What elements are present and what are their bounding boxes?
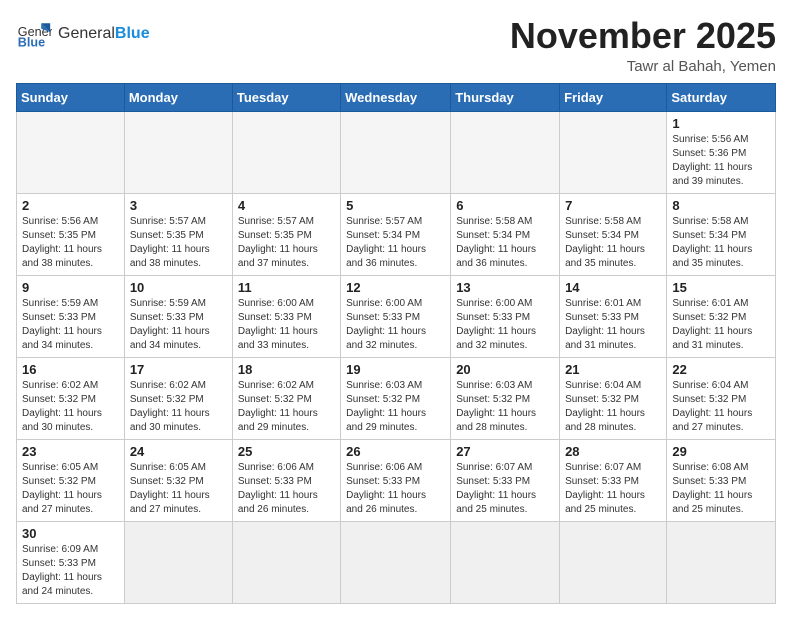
day-27: 27 Sunrise: 6:07 AMSunset: 5:33 PMDaylig…: [451, 439, 560, 521]
page-header: General Blue GeneralBlue November 2025 T…: [16, 16, 776, 75]
day-18: 18 Sunrise: 6:02 AMSunset: 5:32 PMDaylig…: [232, 357, 340, 439]
day-6: 6 Sunrise: 5:58 AMSunset: 5:34 PMDayligh…: [451, 193, 560, 275]
empty-cell: [17, 111, 125, 193]
header-friday: Friday: [560, 83, 667, 111]
header-sunday: Sunday: [17, 83, 125, 111]
empty-cell: [560, 521, 667, 603]
day-23: 23 Sunrise: 6:05 AMSunset: 5:32 PMDaylig…: [17, 439, 125, 521]
empty-cell: [451, 521, 560, 603]
empty-cell: [341, 521, 451, 603]
day-10: 10 Sunrise: 5:59 AMSunset: 5:33 PMDaylig…: [124, 275, 232, 357]
header-monday: Monday: [124, 83, 232, 111]
day-16: 16 Sunrise: 6:02 AMSunset: 5:32 PMDaylig…: [17, 357, 125, 439]
day-24: 24 Sunrise: 6:05 AMSunset: 5:32 PMDaylig…: [124, 439, 232, 521]
week-row-6: 30 Sunrise: 6:09 AMSunset: 5:33 PMDaylig…: [17, 521, 776, 603]
header-tuesday: Tuesday: [232, 83, 340, 111]
day-30: 30 Sunrise: 6:09 AMSunset: 5:33 PMDaylig…: [17, 521, 125, 603]
day-12: 12 Sunrise: 6:00 AMSunset: 5:33 PMDaylig…: [341, 275, 451, 357]
location: Tawr al Bahah, Yemen: [510, 58, 776, 75]
header-thursday: Thursday: [451, 83, 560, 111]
day-8: 8 Sunrise: 5:58 AMSunset: 5:34 PMDayligh…: [667, 193, 776, 275]
day-13: 13 Sunrise: 6:00 AMSunset: 5:33 PMDaylig…: [451, 275, 560, 357]
empty-cell: [560, 111, 667, 193]
week-row-4: 16 Sunrise: 6:02 AMSunset: 5:32 PMDaylig…: [17, 357, 776, 439]
day-11: 11 Sunrise: 6:00 AMSunset: 5:33 PMDaylig…: [232, 275, 340, 357]
day-26: 26 Sunrise: 6:06 AMSunset: 5:33 PMDaylig…: [341, 439, 451, 521]
empty-cell: [667, 521, 776, 603]
day-9: 9 Sunrise: 5:59 AMSunset: 5:33 PMDayligh…: [17, 275, 125, 357]
empty-cell: [232, 521, 340, 603]
empty-cell: [451, 111, 560, 193]
title-area: November 2025 Tawr al Bahah, Yemen: [510, 16, 776, 75]
logo: General Blue GeneralBlue: [16, 16, 150, 52]
day-17: 17 Sunrise: 6:02 AMSunset: 5:32 PMDaylig…: [124, 357, 232, 439]
week-row-3: 9 Sunrise: 5:59 AMSunset: 5:33 PMDayligh…: [17, 275, 776, 357]
logo-icon: General Blue: [16, 16, 52, 52]
empty-cell: [341, 111, 451, 193]
calendar-table: Sunday Monday Tuesday Wednesday Thursday…: [16, 83, 776, 604]
month-title: November 2025: [510, 16, 776, 56]
day-15: 15 Sunrise: 6:01 AMSunset: 5:32 PMDaylig…: [667, 275, 776, 357]
empty-cell: [232, 111, 340, 193]
day-22: 22 Sunrise: 6:04 AMSunset: 5:32 PMDaylig…: [667, 357, 776, 439]
header-wednesday: Wednesday: [341, 83, 451, 111]
day-25: 25 Sunrise: 6:06 AMSunset: 5:33 PMDaylig…: [232, 439, 340, 521]
empty-cell: [124, 521, 232, 603]
week-row-5: 23 Sunrise: 6:05 AMSunset: 5:32 PMDaylig…: [17, 439, 776, 521]
week-row-2: 2 Sunrise: 5:56 AMSunset: 5:35 PMDayligh…: [17, 193, 776, 275]
day-29: 29 Sunrise: 6:08 AMSunset: 5:33 PMDaylig…: [667, 439, 776, 521]
logo-text: GeneralBlue: [58, 25, 150, 43]
day-1: 1 Sunrise: 5:56 AMSunset: 5:36 PMDayligh…: [667, 111, 776, 193]
day-14: 14 Sunrise: 6:01 AMSunset: 5:33 PMDaylig…: [560, 275, 667, 357]
day-5: 5 Sunrise: 5:57 AMSunset: 5:34 PMDayligh…: [341, 193, 451, 275]
weekday-header-row: Sunday Monday Tuesday Wednesday Thursday…: [17, 83, 776, 111]
day-19: 19 Sunrise: 6:03 AMSunset: 5:32 PMDaylig…: [341, 357, 451, 439]
day-28: 28 Sunrise: 6:07 AMSunset: 5:33 PMDaylig…: [560, 439, 667, 521]
header-saturday: Saturday: [667, 83, 776, 111]
day-20: 20 Sunrise: 6:03 AMSunset: 5:32 PMDaylig…: [451, 357, 560, 439]
day-3: 3 Sunrise: 5:57 AMSunset: 5:35 PMDayligh…: [124, 193, 232, 275]
week-row-1: 1 Sunrise: 5:56 AMSunset: 5:36 PMDayligh…: [17, 111, 776, 193]
day-4: 4 Sunrise: 5:57 AMSunset: 5:35 PMDayligh…: [232, 193, 340, 275]
day-2: 2 Sunrise: 5:56 AMSunset: 5:35 PMDayligh…: [17, 193, 125, 275]
day-7: 7 Sunrise: 5:58 AMSunset: 5:34 PMDayligh…: [560, 193, 667, 275]
empty-cell: [124, 111, 232, 193]
svg-text:Blue: Blue: [18, 36, 45, 50]
day-21: 21 Sunrise: 6:04 AMSunset: 5:32 PMDaylig…: [560, 357, 667, 439]
